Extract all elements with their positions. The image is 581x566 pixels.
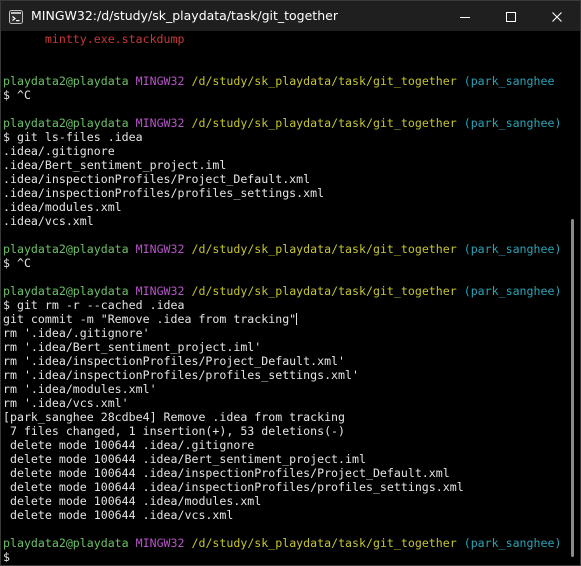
prompt-line: playdata2@playdata MINGW32 /d/study/sk_p… (3, 116, 565, 130)
command-line: $ ^C (3, 88, 565, 102)
command-text: ^C (16, 256, 31, 270)
prompt-line: playdata2@playdata MINGW32 /d/study/sk_p… (3, 536, 565, 550)
prompt-user: playdata2@playdata (3, 242, 129, 256)
output-line: .idea/modules.xml (3, 200, 122, 214)
vertical-scrollbar[interactable] (567, 32, 579, 564)
output-line: delete mode 100644 .idea/Bert_sentiment_… (3, 452, 366, 466)
minimize-icon (460, 7, 470, 26)
text-caret (296, 313, 298, 325)
output-line: rm '.idea/.gitignore' (3, 326, 150, 340)
title-bar[interactable]: MINGW32:/d/study/sk_playdata/task/git_to… (1, 1, 580, 31)
mintty-terminal-icon (9, 9, 23, 24)
prompt-path: /d/study/sk_playdata/task/git_together (191, 242, 457, 256)
output-line: .idea/inspectionProfiles/Project_Default… (3, 172, 311, 186)
prompt-system: MINGW32 (135, 116, 185, 130)
maximize-button[interactable] (488, 1, 534, 31)
output-line: rm '.idea/inspectionProfiles/profiles_se… (3, 368, 359, 382)
maximize-icon (506, 7, 516, 26)
prompt-line: playdata2@playdata MINGW32 /d/study/sk_p… (3, 284, 565, 298)
terminal-output[interactable]: mintty.exe.stackdump playdata2@playdata … (3, 32, 565, 562)
output-line: 7 files changed, 1 insertion(+), 53 dele… (3, 424, 346, 438)
prompt-user: playdata2@playdata (3, 536, 129, 550)
prompt-user: playdata2@playdata (3, 284, 129, 298)
prompt-symbol: $ (3, 550, 10, 562)
output-line: .idea/inspectionProfiles/profiles_settin… (3, 186, 325, 200)
terminal-window: MINGW32:/d/study/sk_playdata/task/git_to… (0, 0, 581, 566)
prompt-branch: (park_sanghee) (463, 116, 562, 130)
command-text: git ls-files .idea (16, 130, 143, 144)
command-line[interactable]: $ (3, 550, 565, 562)
output-line: .idea/Bert_sentiment_project.iml (3, 158, 227, 172)
output-line: .idea/.gitignore (3, 144, 115, 158)
output-line: delete mode 100644 .idea/inspectionProfi… (3, 480, 464, 494)
prompt-line: playdata2@playdata MINGW32 /d/study/sk_p… (3, 74, 565, 88)
output-line: rm '.idea/modules.xml' (3, 382, 157, 396)
prompt-system: MINGW32 (135, 242, 185, 256)
prompt-user: playdata2@playdata (3, 116, 129, 130)
output-line: delete mode 100644 .idea/.gitignore (3, 438, 255, 452)
command-text: git commit -m "Remove .idea from trackin… (3, 312, 297, 326)
prompt-system: MINGW32 (135, 74, 185, 88)
command-text: git rm -r --cached .idea (16, 298, 185, 312)
output-line: delete mode 100644 .idea/modules.xml (3, 494, 262, 508)
stackdump-line: mintty.exe.stackdump (3, 32, 185, 46)
prompt-symbol: $ (3, 256, 10, 270)
prompt-branch: (park_sanghee) (463, 242, 562, 256)
command-text: ^C (16, 88, 31, 102)
prompt-symbol: $ (3, 298, 10, 312)
output-line: rm '.idea/Bert_sentiment_project.iml' (3, 340, 262, 354)
prompt-path: /d/study/sk_playdata/task/git_together (191, 536, 457, 550)
prompt-branch: (park_sanghee) (463, 284, 562, 298)
prompt-path: /d/study/sk_playdata/task/git_together (191, 116, 457, 130)
prompt-line: playdata2@playdata MINGW32 /d/study/sk_p… (3, 242, 565, 256)
close-button[interactable] (534, 1, 580, 31)
scrollbar-thumb[interactable] (571, 219, 574, 557)
output-line: delete mode 100644 .idea/vcs.xml (3, 508, 234, 522)
command-line: git commit -m "Remove .idea from trackin… (3, 312, 565, 326)
prompt-user: playdata2@playdata (3, 74, 129, 88)
command-line: $ ^C (3, 256, 565, 270)
output-line: [park_sanghee 28cdbe4] Remove .idea from… (3, 410, 346, 424)
output-line: .idea/vcs.xml (3, 214, 94, 228)
command-line: $ git ls-files .idea (3, 130, 565, 144)
prompt-branch: (park_sanghee) (463, 536, 562, 550)
prompt-symbol: $ (3, 88, 10, 102)
minimize-button[interactable] (442, 1, 488, 31)
output-line: rm '.idea/inspectionProfiles/Project_Def… (3, 354, 346, 368)
prompt-system: MINGW32 (135, 284, 185, 298)
prompt-symbol: $ (3, 130, 10, 144)
prompt-branch: (park_sanghee (463, 74, 555, 88)
close-icon (552, 7, 562, 26)
output-line: delete mode 100644 .idea/inspectionProfi… (3, 466, 450, 480)
prompt-system: MINGW32 (135, 536, 185, 550)
prompt-path: /d/study/sk_playdata/task/git_together (191, 284, 457, 298)
output-line: rm '.idea/vcs.xml' (3, 396, 129, 410)
prompt-path: /d/study/sk_playdata/task/git_together (191, 74, 457, 88)
window-title: MINGW32:/d/study/sk_playdata/task/git_to… (31, 8, 338, 23)
command-line: $ git rm -r --cached .idea (3, 298, 565, 312)
